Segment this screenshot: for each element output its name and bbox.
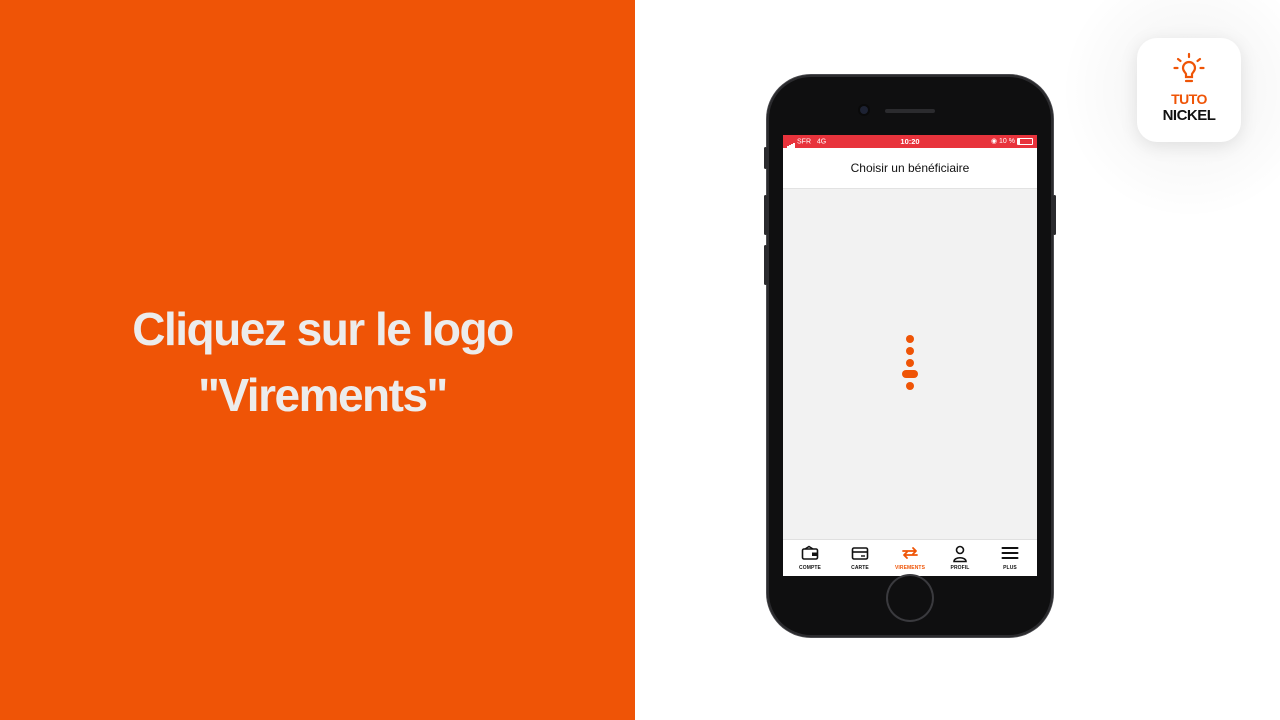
instruction-line-1: Cliquez sur le logo (132, 303, 514, 355)
tab-label-carte: CARTE (851, 565, 869, 571)
tab-compte[interactable]: COMPTE (785, 540, 835, 576)
menu-icon (1001, 547, 1019, 559)
wallet-icon (801, 545, 819, 560)
rotation-lock-icon: ◉ (990, 138, 998, 145)
instruction-text: Cliquez sur le logo "Virements" (0, 296, 645, 428)
card-icon (851, 547, 869, 560)
tab-virements[interactable]: VIREMENTS (885, 540, 935, 576)
tab-plus[interactable]: PLUS (985, 540, 1035, 576)
side-button-mute (764, 147, 767, 169)
tab-label-profil: PROFIL (950, 565, 970, 571)
tab-profil[interactable]: PROFIL (935, 540, 985, 576)
side-button-volume-up (764, 195, 767, 235)
tab-label-plus: PLUS (1003, 565, 1017, 571)
screen-header: Choisir un bénéficiaire (783, 148, 1037, 189)
tuto-nickel-logo: TUTO NICKEL (1137, 38, 1241, 142)
bottom-tab-bar: COMPTE CARTE VIREMENTS PROFIL PLUS (783, 539, 1037, 576)
screen-title: Choisir un bénéficiaire (850, 161, 970, 175)
iphone-mockup: SFR 4G 10:20 ◉ 10 % Choisir un bénéficia… (764, 75, 1056, 637)
tab-label-virements: VIREMENTS (894, 565, 926, 571)
tab-carte[interactable]: CARTE (835, 540, 885, 576)
status-right: ◉ 10 % (991, 135, 1033, 148)
battery-icon (1017, 137, 1033, 145)
side-button-volume-down (764, 245, 767, 285)
front-camera (860, 106, 868, 114)
instruction-line-2: "Virements" (198, 369, 448, 421)
logo-tuto-text: TUTO (1171, 91, 1207, 107)
logo-nickel-text: NICKEL (1162, 107, 1216, 124)
battery-text: 10 % (999, 138, 1015, 145)
transfer-arrows-icon (902, 547, 918, 559)
lightbulb-icon (1173, 52, 1205, 83)
side-button-power (1053, 195, 1056, 235)
status-bar: SFR 4G 10:20 ◉ 10 % (783, 135, 1037, 148)
home-button[interactable] (888, 576, 932, 620)
earpiece-speaker (885, 109, 935, 113)
tab-label-compte: COMPTE (799, 565, 821, 571)
user-icon (953, 545, 967, 563)
phone-screen: SFR 4G 10:20 ◉ 10 % Choisir un bénéficia… (783, 135, 1037, 576)
